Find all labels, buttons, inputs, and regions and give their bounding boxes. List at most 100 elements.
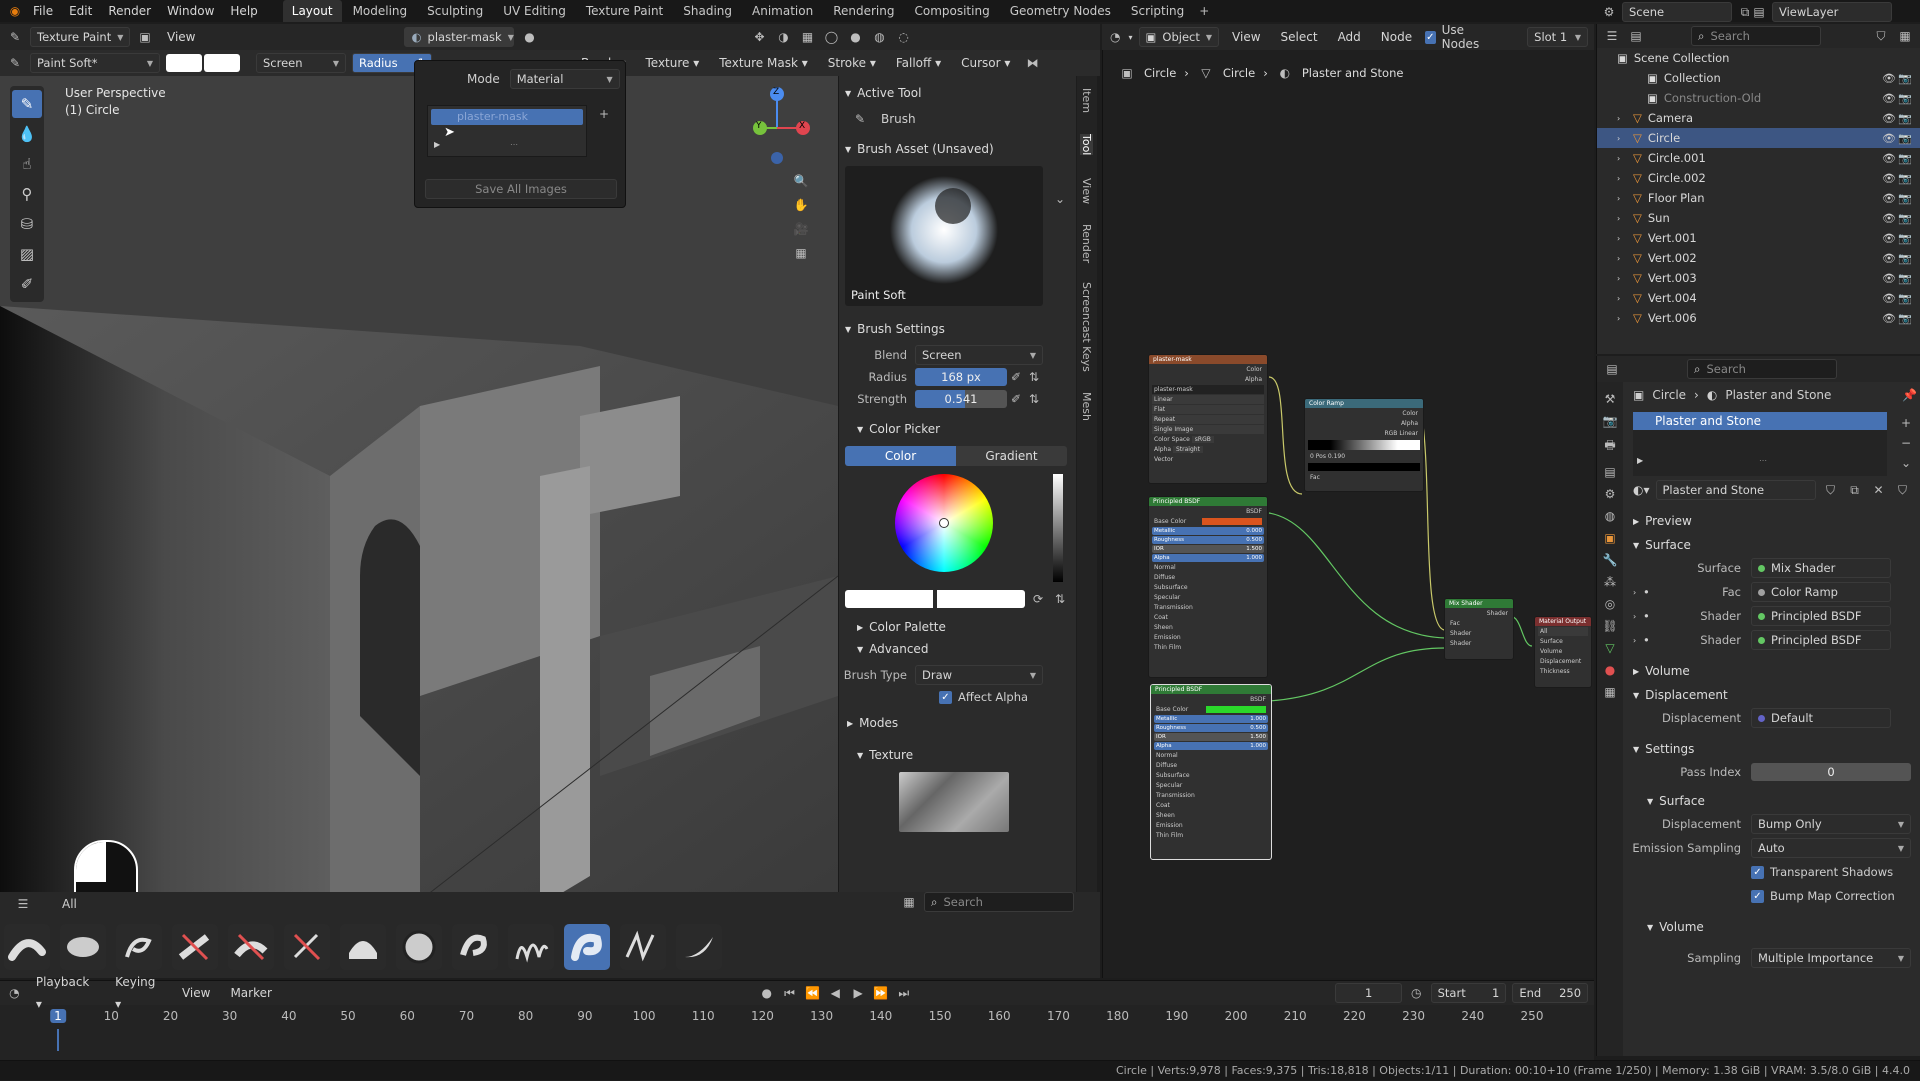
visibility-eye-icon[interactable]: 👁 — [1882, 272, 1896, 285]
surface-shader-field[interactable]: Mix Shader — [1751, 558, 1891, 578]
advanced-section[interactable]: ▼ Advanced — [839, 638, 1076, 660]
viewlayer-dropdown[interactable]: ViewLayer — [1772, 2, 1892, 22]
editor-type-icon[interactable]: ◔ — [6, 984, 23, 1002]
chevron-right-icon[interactable]: › — [1617, 314, 1627, 323]
sidebar-tab-screencast-keys[interactable]: Screencast Keys — [1080, 282, 1093, 372]
node-mix-shader[interactable]: Mix Shader Shader Fac Shader Shader — [1444, 598, 1514, 660]
material-filter-icon[interactable]: ⛉ — [1894, 481, 1912, 499]
settings-section[interactable]: ▼ Settings — [1627, 738, 1917, 760]
brush-settings-section[interactable]: ▼ Brush Settings — [839, 318, 1076, 340]
brush-asset-preview[interactable]: Paint Soft — [845, 166, 1043, 306]
node-bsdf2-ior[interactable]: IOR 1.500 — [1154, 733, 1268, 741]
node-bsdf2-panel-row[interactable]: Specular — [1154, 781, 1268, 790]
render-visibility-icon[interactable]: 📷 — [1898, 292, 1912, 305]
outliner-scene-collection[interactable]: ▣ Scene Collection — [1597, 48, 1920, 68]
play-icon[interactable]: ▶ — [850, 984, 867, 1002]
bump-correction-checkbox[interactable]: ✓ — [1751, 889, 1764, 903]
brush-asset-section[interactable]: ▼ Brush Asset (Unsaved) — [839, 138, 1076, 160]
sidebar-tab-view[interactable]: View — [1080, 178, 1093, 204]
chevron-right-icon[interactable]: › — [1617, 234, 1627, 243]
node-bsdf1-panel-row[interactable]: Specular — [1152, 593, 1264, 602]
node-ramp-gradient[interactable] — [1308, 440, 1420, 450]
node-bsdf2-alpha[interactable]: Alpha 1.000 — [1154, 742, 1268, 750]
settings-surface-section[interactable]: ▼ Surface — [1627, 790, 1917, 812]
node-bsdf1-panel-row[interactable]: Sheen — [1152, 623, 1264, 632]
texture-preview[interactable] — [899, 772, 1009, 832]
gizmo-icon[interactable]: ✥ — [750, 28, 768, 46]
brush-thumb-paint-soft[interactable] — [564, 924, 610, 970]
pressure-icon[interactable]: ✐ — [1007, 368, 1025, 386]
shelf-search-input[interactable]: ⌕ Search — [924, 892, 1074, 912]
timeline-ruler[interactable]: 1 10 20 30 40 50 60 70 80 90 100 110 120 130 140 150 160… — [0, 1009, 1594, 1029]
brush-thumb-fill[interactable] — [340, 924, 386, 970]
outliner-row[interactable]: › ▽ Sun 👁 📷 — [1597, 208, 1920, 228]
node-image-texture[interactable]: plaster-mask Color Alpha plaster-mask Li… — [1148, 354, 1268, 484]
render-visibility-icon[interactable]: 📷 — [1898, 132, 1912, 145]
node-bsdf1-panel-row[interactable]: Subsurface — [1152, 583, 1264, 592]
outliner-row[interactable]: › ▽ Camera 👁 📷 — [1597, 108, 1920, 128]
node-bsdf2-panel-row[interactable]: Emission — [1154, 821, 1268, 830]
outliner-row[interactable]: ▣ Construction-Old 👁 📷 — [1597, 88, 1920, 108]
jump-keyframe-back-icon[interactable]: ⏪ — [804, 984, 821, 1002]
new-collection-icon[interactable]: ▦ — [1896, 27, 1914, 45]
visibility-eye-icon[interactable]: 👁 — [1882, 192, 1896, 205]
node-bsdf1-panel-row[interactable]: Coat — [1152, 613, 1264, 622]
sidebar-tab-render[interactable]: Render — [1080, 224, 1093, 263]
node-bsdf1-metallic[interactable]: Metallic 0.000 — [1152, 527, 1264, 535]
workspace-tab-animation[interactable]: Animation — [743, 0, 822, 22]
filter-icon[interactable]: ⛉ — [1872, 27, 1890, 45]
add-workspace-icon[interactable]: + — [1195, 2, 1213, 20]
render-visibility-icon[interactable]: 📷 — [1898, 192, 1912, 205]
node-bsdf1-alpha[interactable]: Alpha 1.000 — [1152, 554, 1264, 562]
visibility-eye-icon[interactable]: 👁 — [1882, 152, 1896, 165]
slot-specials-icon[interactable]: ⌄ — [1897, 454, 1915, 472]
node-ramp-color-swatch[interactable] — [1308, 463, 1420, 471]
pressure-icon[interactable]: ✐ — [1007, 390, 1025, 408]
menu-window[interactable]: Window — [160, 0, 221, 22]
sidebar-tab-mesh[interactable]: Mesh — [1080, 392, 1093, 421]
view-layer-tab-icon[interactable]: ▤ — [1604, 465, 1615, 479]
chevron-right-icon[interactable]: › — [1617, 114, 1627, 123]
outliner-row[interactable]: › ▽ Vert.001 👁 📷 — [1597, 228, 1920, 248]
editor-type-icon[interactable]: ▤ — [1603, 360, 1621, 378]
visibility-eye-icon[interactable]: 👁 — [1882, 232, 1896, 245]
displacement-section[interactable]: ▼ Displacement — [1627, 684, 1917, 706]
render-visibility-icon[interactable]: 📷 — [1898, 212, 1912, 225]
start-frame-field[interactable]: Start 1 — [1430, 983, 1507, 1003]
outliner-row[interactable]: ▣ Collection 👁 📷 — [1597, 68, 1920, 88]
node-bsdf2-panel-row[interactable]: Diffuse — [1154, 761, 1268, 770]
fake-user-icon[interactable]: ⛉ — [1822, 481, 1840, 499]
outliner-row[interactable]: › ▽ Vert.003 👁 📷 — [1597, 268, 1920, 288]
workspace-tab-layout[interactable]: Layout — [282, 0, 342, 22]
material-slot-item[interactable]: Plaster and Stone — [1633, 412, 1887, 430]
secondary-color-swatch[interactable] — [204, 54, 240, 72]
blender-logo-icon[interactable]: ◉ — [6, 2, 24, 20]
render-visibility-icon[interactable]: 📷 — [1898, 152, 1912, 165]
node-bsdf2-metallic[interactable]: Metallic 1.000 — [1154, 715, 1268, 723]
node-bsdf2-panel-row[interactable]: Subsurface — [1154, 771, 1268, 780]
workspace-tab-geometry-nodes[interactable]: Geometry Nodes — [1001, 0, 1120, 22]
add-material-slot-icon[interactable]: + — [1897, 414, 1915, 432]
workspace-tab-compositing[interactable]: Compositing — [905, 0, 998, 22]
properties-search-input[interactable]: ⌕ Search — [1687, 359, 1837, 379]
chevron-right-icon[interactable]: › — [1617, 254, 1627, 263]
outliner-search-input[interactable]: ⌕ Search — [1691, 26, 1821, 46]
brush-thumb-smear[interactable] — [620, 924, 666, 970]
menu-edit[interactable]: Edit — [62, 0, 99, 22]
falloff-menu[interactable]: Falloff ▾ — [889, 52, 948, 74]
node-bsdf2-panel-row[interactable]: Transmission — [1154, 791, 1268, 800]
camera-view-icon[interactable]: 🎥 — [792, 220, 810, 238]
menu-file[interactable]: File — [26, 0, 60, 22]
value-slider[interactable] — [1053, 474, 1063, 582]
workspace-tab-uv-editing[interactable]: UV Editing — [494, 0, 575, 22]
node-bsdf1-ior[interactable]: IOR 1.500 — [1152, 545, 1264, 553]
strength-slider[interactable]: 0.541 — [915, 390, 1007, 408]
world-tab-icon[interactable]: ◍ — [1605, 509, 1615, 523]
cursor-menu[interactable]: Cursor ▾ — [954, 52, 1017, 74]
editor-type-icon[interactable]: ✎ — [6, 28, 24, 46]
visibility-eye-icon[interactable]: 👁 — [1882, 252, 1896, 265]
brush-thumb-erase-pixel[interactable] — [284, 924, 330, 970]
brush-thumb-airbrush[interactable] — [4, 924, 50, 970]
chevron-right-icon[interactable]: › — [1627, 636, 1643, 645]
outliner-row[interactable]: › ▽ Circle 👁 📷 — [1597, 128, 1920, 148]
